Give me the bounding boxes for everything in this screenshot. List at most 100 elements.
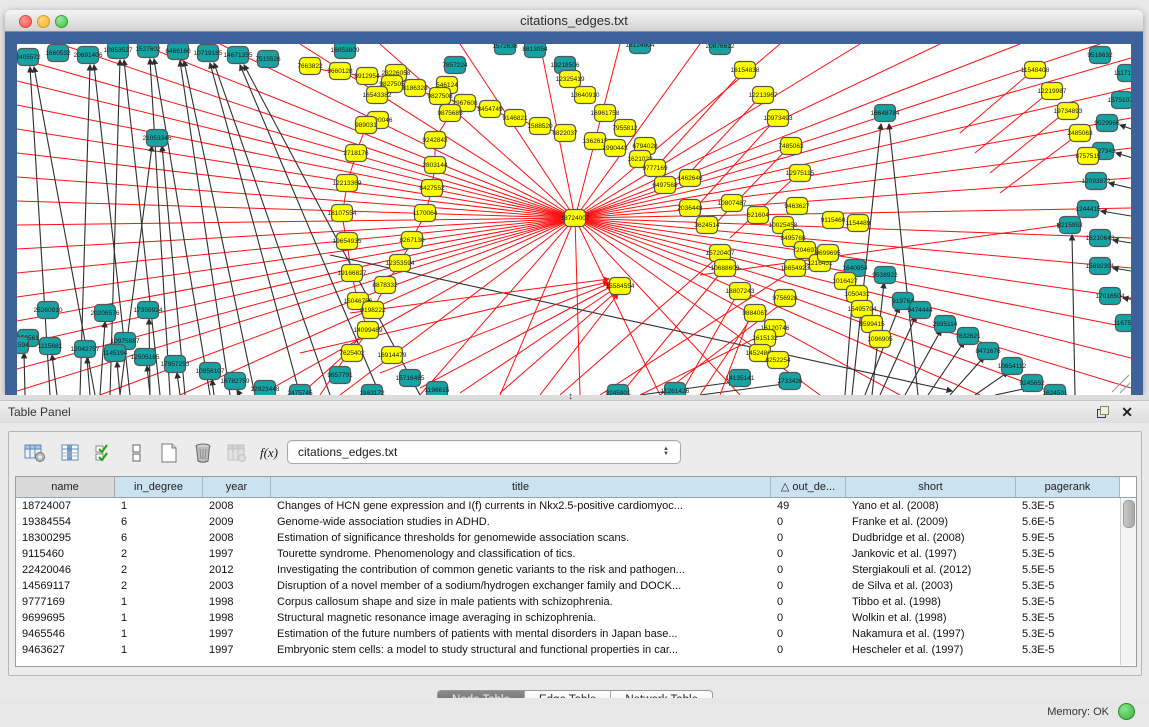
cell-year: 1998	[203, 594, 271, 610]
table-row[interactable]: 2242004622012Investigating the contribut…	[16, 562, 1136, 578]
table-row[interactable]: 977716911998Corpus callosum shape and si…	[16, 594, 1136, 610]
network-edge[interactable]	[1116, 153, 1131, 161]
table-row[interactable]: 946554611997Estimation of the future num…	[16, 626, 1136, 642]
network-edge[interactable]	[990, 114, 1063, 173]
network-node-label: 1615132	[752, 335, 778, 342]
network-edge[interactable]	[17, 58, 575, 218]
network-edge[interactable]	[500, 292, 616, 393]
new-table-icon[interactable]	[155, 438, 183, 468]
network-edge[interactable]	[17, 129, 575, 218]
network-edge[interactable]	[975, 94, 1047, 153]
table-row[interactable]: 1830029562008Estimation of significance …	[16, 530, 1136, 546]
table-row[interactable]: 1938455462009Genome-wide association stu…	[16, 514, 1136, 530]
network-edge[interactable]	[889, 124, 918, 395]
network-node-label: 7663822	[297, 63, 323, 70]
network-edge[interactable]	[17, 218, 575, 297]
network-edge[interactable]	[52, 355, 57, 395]
table-row[interactable]: 946362711997Embryonic stem cells: a mode…	[16, 642, 1136, 658]
network-edge[interactable]	[154, 59, 210, 395]
column-header-in_degree[interactable]: in_degree	[115, 477, 203, 497]
network-edge[interactable]	[17, 201, 575, 218]
network-edge[interactable]	[380, 283, 611, 373]
table-row[interactable]: 969969511998Structural magnetic resonanc…	[16, 610, 1136, 626]
table-row[interactable]: 1456911722003Disruption of a novel membe…	[16, 578, 1136, 594]
column-header-title[interactable]: title	[271, 477, 771, 497]
network-edge[interactable]	[880, 316, 916, 395]
network-edge[interactable]	[210, 63, 300, 395]
column-header-year[interactable]: year	[203, 477, 271, 497]
network-edge[interactable]	[420, 286, 612, 388]
network-edge[interactable]	[212, 380, 214, 395]
cell-year: 2012	[203, 562, 271, 578]
network-edge[interactable]	[620, 270, 723, 395]
network-node-label: 10853527	[104, 47, 133, 54]
network-edge[interactable]	[17, 218, 575, 225]
network-edge[interactable]	[960, 73, 1030, 133]
table-row[interactable]: 911546021997Tourette syndrome. Phenomeno…	[16, 546, 1136, 562]
network-node-label: 1660532	[45, 50, 71, 57]
delete-table-icon[interactable]	[189, 438, 217, 468]
select-rows-icon[interactable]	[91, 438, 119, 468]
network-edge[interactable]	[905, 330, 941, 395]
table-selector-dropdown[interactable]: citations_edges.txt ▲▼	[287, 440, 681, 464]
row-height-icon[interactable]	[123, 438, 151, 468]
scrollbar-thumb[interactable]	[1123, 500, 1135, 528]
window-titlebar[interactable]: citations_edges.txt	[5, 10, 1143, 32]
network-edge[interactable]	[1113, 240, 1131, 245]
window-title: citations_edges.txt	[5, 13, 1143, 28]
cell-in_degree: 1	[115, 610, 203, 626]
cell-out_de: 0	[771, 626, 846, 642]
network-node-label: 9474444	[907, 307, 933, 314]
cell-in_degree: 1	[115, 626, 203, 642]
network-node-label: 1462646	[677, 175, 703, 182]
close-panel-icon[interactable]: ✕	[1121, 404, 1133, 421]
float-window-icon[interactable]	[1097, 406, 1109, 418]
network-edge[interactable]	[300, 282, 608, 353]
network-node-label: 6822037	[552, 130, 578, 137]
network-node-label: 1050431	[844, 291, 870, 298]
network-node-label: 16648784	[871, 110, 900, 117]
column-chooser-icon[interactable]	[57, 438, 85, 468]
column-header-name[interactable]: name	[16, 477, 115, 497]
network-edge[interactable]	[1120, 383, 1130, 393]
network-node-label: 12325419	[556, 76, 585, 83]
network-edge[interactable]	[1112, 375, 1129, 392]
column-header-out_de[interactable]: △ out_de...	[771, 477, 846, 497]
table-row[interactable]: 1872400712008Changes of HCN gene express…	[16, 498, 1136, 514]
network-edge[interactable]	[660, 73, 741, 163]
network-edge[interactable]	[150, 59, 170, 395]
table-settings-icon[interactable]	[21, 438, 49, 468]
network-edge[interactable]	[1109, 183, 1131, 191]
network-edge[interactable]	[1072, 235, 1075, 395]
network-edge[interactable]	[184, 61, 255, 395]
network-edge[interactable]	[1113, 268, 1131, 273]
network-node-label: 12213967	[749, 92, 778, 99]
cell-out_de: 0	[771, 642, 846, 658]
cell-in_degree: 2	[115, 546, 203, 562]
network-edge[interactable]	[928, 342, 964, 395]
column-header-pagerank[interactable]: pagerank	[1016, 477, 1120, 497]
cell-short: Jankovic et al. (1997)	[846, 546, 1016, 562]
network-edge[interactable]	[1120, 125, 1131, 133]
memory-status-indicator[interactable]	[1118, 703, 1135, 720]
column-header-short[interactable]: short	[846, 477, 1016, 497]
network-canvas[interactable]: 2405572166053220691406108535271527602646…	[17, 44, 1131, 395]
network-node-label: 7515526	[255, 56, 281, 63]
network-edge[interactable]	[17, 218, 575, 369]
network-edge[interactable]	[117, 362, 120, 395]
network-edge[interactable]	[975, 372, 1008, 395]
network-node-label: 16210643	[1086, 235, 1115, 242]
network-edge[interactable]	[575, 44, 1020, 218]
network-edge[interactable]	[460, 289, 614, 393]
network-edge[interactable]	[1101, 211, 1131, 218]
network-edge[interactable]	[700, 120, 775, 203]
network-node-label: 9875685	[437, 110, 463, 117]
vertical-scrollbar[interactable]	[1120, 498, 1136, 665]
network-edge[interactable]	[575, 218, 580, 395]
function-builder-icon[interactable]: f(x)	[255, 438, 283, 468]
cell-out_de: 0	[771, 514, 846, 530]
cell-name: 18300295	[16, 530, 115, 546]
network-node-label: 20691406	[74, 52, 103, 59]
network-edge[interactable]	[177, 373, 180, 395]
network-edge[interactable]	[560, 256, 719, 395]
